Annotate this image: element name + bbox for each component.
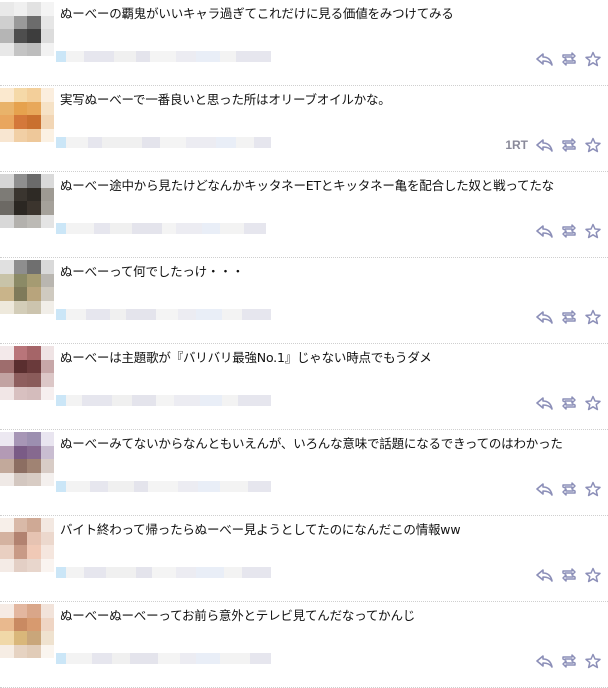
star-icon[interactable]: [584, 653, 602, 669]
star-icon[interactable]: [584, 481, 602, 497]
retweet-icon[interactable]: [560, 481, 578, 497]
avatar[interactable]: [0, 604, 54, 658]
tweet-meta-blurred: [56, 309, 271, 320]
avatar[interactable]: [0, 2, 54, 56]
tweet-meta-blurred: [56, 653, 271, 664]
tweet-actions: 1RT: [505, 137, 602, 153]
reply-icon[interactable]: [536, 653, 554, 669]
tweet-row: 実写ぬーべーで一番良いと思った所はオリーブオイルかな。 1RT: [0, 86, 608, 172]
tweet-row: ぬーべーは主題歌が『バリバリ最強No.1』じゃない時点でもうダメ: [0, 344, 608, 430]
tweet-actions: [528, 567, 602, 583]
tweet-actions: [528, 51, 602, 67]
tweet-text: ぬーべーは主題歌が『バリバリ最強No.1』じゃない時点でもうダメ: [60, 350, 432, 365]
star-icon[interactable]: [584, 223, 602, 239]
retweet-icon[interactable]: [560, 223, 578, 239]
tweet-text: バイト終わって帰ったらぬーべー見ようとしてたのになんだこの情報ww: [60, 522, 461, 537]
star-icon[interactable]: [584, 567, 602, 583]
avatar[interactable]: [0, 346, 54, 400]
reply-icon[interactable]: [536, 395, 554, 411]
avatar[interactable]: [0, 260, 54, 314]
tweet-actions: [528, 309, 602, 325]
reply-icon[interactable]: [536, 223, 554, 239]
reply-icon[interactable]: [536, 567, 554, 583]
reply-icon[interactable]: [536, 137, 554, 153]
tweet-feed: ぬーべーの覇鬼がいいキャラ過ぎてこれだけに見る価値をみつけてみる 実写ぬーべーで一…: [0, 0, 608, 688]
avatar[interactable]: [0, 88, 54, 142]
star-icon[interactable]: [584, 51, 602, 67]
tweet-row: ぬーべーみてないからなんともいえんが、いろんな意味で話題になるできってのはわかっ…: [0, 430, 608, 516]
tweet-actions: [528, 481, 602, 497]
retweet-icon[interactable]: [560, 567, 578, 583]
retweet-icon[interactable]: [560, 51, 578, 67]
star-icon[interactable]: [584, 395, 602, 411]
tweet-text: 実写ぬーべーで一番良いと思った所はオリーブオイルかな。: [60, 92, 391, 107]
tweet-meta-blurred: [56, 51, 271, 62]
retweet-icon[interactable]: [560, 309, 578, 325]
tweet-meta-blurred: [56, 223, 271, 234]
star-icon[interactable]: [584, 137, 602, 153]
tweet-meta-blurred: [56, 395, 271, 406]
tweet-row: ぬーべーぬーべーってお前ら意外とテレビ見てんだなってかんじ: [0, 602, 608, 688]
tweet-text: ぬーべーみてないからなんともいえんが、いろんな意味で話題になるできってのはわかっ…: [60, 436, 563, 451]
reply-icon[interactable]: [536, 481, 554, 497]
tweet-row: バイト終わって帰ったらぬーべー見ようとしてたのになんだこの情報ww: [0, 516, 608, 602]
tweet-row: ぬーべーの覇鬼がいいキャラ過ぎてこれだけに見る価値をみつけてみる: [0, 0, 608, 86]
tweet-actions: [528, 223, 602, 239]
tweet-text: ぬーべー途中から見たけどなんかキッタネーETとキッタネー亀を配合した奴と戦ってた…: [60, 178, 554, 193]
tweet-text: ぬーべーって何でしたっけ・・・: [60, 264, 244, 279]
tweet-actions: [528, 653, 602, 669]
tweet-text: ぬーべーの覇鬼がいいキャラ過ぎてこれだけに見る価値をみつけてみる: [60, 6, 454, 21]
tweet-row: ぬーべーって何でしたっけ・・・: [0, 258, 608, 344]
tweet-actions: [528, 395, 602, 411]
avatar[interactable]: [0, 432, 54, 486]
star-icon[interactable]: [584, 309, 602, 325]
tweet-meta-blurred: [56, 137, 271, 148]
tweet-text: ぬーべーぬーべーってお前ら意外とテレビ見てんだなってかんじ: [60, 608, 416, 623]
reply-icon[interactable]: [536, 309, 554, 325]
tweet-meta-blurred: [56, 481, 271, 492]
avatar[interactable]: [0, 518, 54, 572]
reply-icon[interactable]: [536, 51, 554, 67]
retweet-icon[interactable]: [560, 653, 578, 669]
retweet-count: 1RT: [505, 138, 528, 152]
tweet-row: ぬーべー途中から見たけどなんかキッタネーETとキッタネー亀を配合した奴と戦ってた…: [0, 172, 608, 258]
tweet-meta-blurred: [56, 567, 271, 578]
retweet-icon[interactable]: [560, 137, 578, 153]
retweet-icon[interactable]: [560, 395, 578, 411]
avatar[interactable]: [0, 174, 54, 228]
